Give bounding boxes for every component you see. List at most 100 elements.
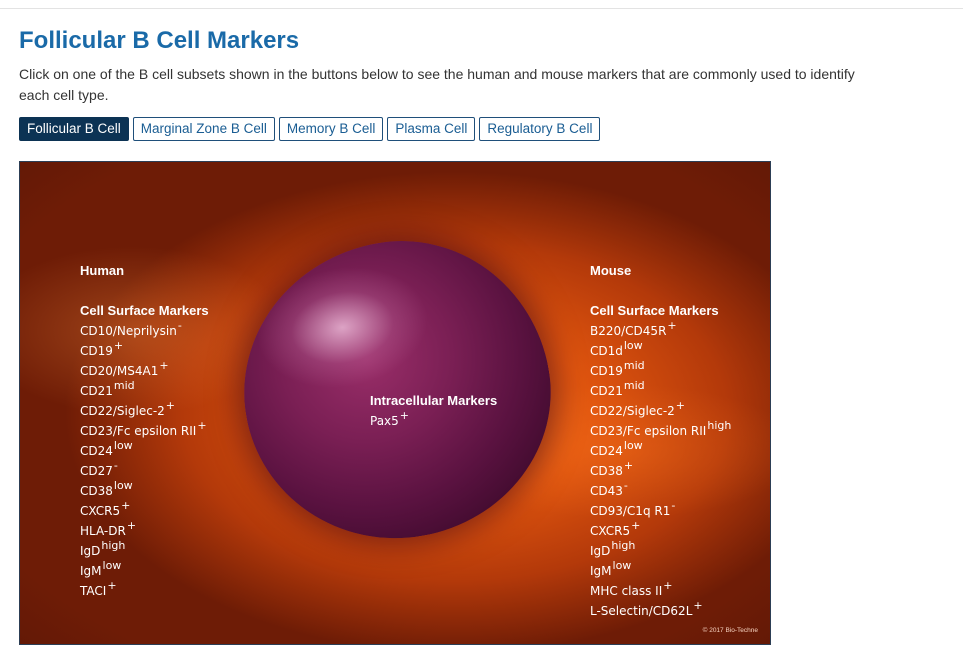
marker-level: +	[631, 519, 641, 532]
marker-row: CD24low	[590, 439, 731, 461]
mouse-markers: Mouse Cell Surface Markers B220/CD45R+ CD…	[590, 261, 731, 621]
marker-level: +	[121, 499, 131, 512]
marker-name: IgM	[80, 564, 102, 578]
marker-name: CD1d	[590, 344, 623, 358]
marker-name: Pax5	[370, 414, 399, 428]
marker-name: CD22/Siglec-2	[590, 404, 675, 418]
intracellular-heading: Intracellular Markers	[370, 393, 498, 408]
marker-name: CXCR5	[80, 504, 121, 518]
human-marker-list: CD10/Neprilysin- CD19+ CD20/MS4A1+ CD21mid C…	[80, 319, 209, 601]
marker-row: IgDhigh	[590, 539, 731, 561]
marker-level: high	[101, 539, 126, 552]
marker-level: +	[165, 399, 175, 412]
marker-row: IgDhigh	[80, 539, 209, 561]
mouse-surface-heading: Cell Surface Markers	[590, 303, 719, 318]
marker-level: -	[623, 479, 628, 492]
marker-name: CD20/MS4A1	[80, 364, 159, 378]
marker-row: CD10/Neprilysin-	[80, 319, 209, 341]
marker-name: CD24	[590, 444, 623, 458]
marker-row: CD43-	[590, 479, 731, 501]
marker-level: high	[611, 539, 636, 552]
top-divider	[0, 8, 963, 9]
marker-name: IgM	[590, 564, 612, 578]
marker-level: high	[707, 419, 732, 432]
marker-name: IgD	[80, 544, 101, 558]
marker-row: IgMlow	[80, 559, 209, 581]
marker-name: L-Selectin/CD62L	[590, 604, 693, 618]
marker-row: CD21mid	[590, 379, 731, 401]
subset-button-marginal-zone-b-cell[interactable]: Marginal Zone B Cell	[132, 117, 275, 141]
human-markers: Human Cell Surface Markers CD10/Neprilys…	[80, 261, 209, 601]
marker-level: -	[671, 499, 676, 512]
subset-button-memory-b-cell[interactable]: Memory B Cell	[278, 117, 384, 141]
marker-row: CD93/C1q R1-	[590, 499, 731, 521]
copyright-notice: © 2017 Bio-Techne	[702, 627, 758, 634]
subset-button-follicular-b-cell[interactable]: Follicular B Cell	[19, 117, 129, 141]
marker-level: -	[113, 459, 118, 472]
marker-row: HLA-DR+	[80, 519, 209, 541]
marker-name: MHC class II	[590, 584, 663, 598]
marker-row: IgMlow	[590, 559, 731, 581]
marker-row: B220/CD45R+	[590, 319, 731, 341]
human-heading: Human	[80, 263, 125, 278]
marker-name: CD21	[590, 384, 623, 398]
marker-level: +	[399, 409, 410, 422]
marker-level: +	[197, 419, 207, 432]
marker-name: CD38	[80, 484, 113, 498]
marker-row: CD38+	[590, 459, 731, 481]
marker-name: CD21	[80, 384, 113, 398]
marker-row: CD1dlow	[590, 339, 731, 361]
marker-row: CD38low	[80, 479, 209, 501]
marker-row: L-Selectin/CD62L+	[590, 599, 731, 621]
marker-level: low	[102, 559, 122, 572]
marker-name: CD10/Neprilysin	[80, 324, 177, 338]
marker-level: +	[667, 319, 677, 332]
marker-row: CXCR5+	[590, 519, 731, 541]
marker-name: TACI	[80, 584, 107, 598]
marker-row: CD22/Siglec-2+	[80, 399, 209, 421]
marker-name: CD19	[80, 344, 113, 358]
marker-level: low	[623, 339, 643, 352]
marker-level: +	[675, 399, 685, 412]
marker-name: CD38	[590, 464, 623, 478]
marker-name: B220/CD45R	[590, 324, 667, 338]
marker-name: CD19	[590, 364, 623, 378]
marker-row: CD23/Fc epsilon RII+	[80, 419, 209, 441]
marker-level: low	[113, 439, 133, 452]
marker-name: CD23/Fc epsilon RII	[590, 424, 707, 438]
marker-level: +	[126, 519, 137, 532]
marker-name: HLA-DR	[80, 524, 126, 538]
intro-text: Click on one of the B cell subsets shown…	[19, 66, 855, 103]
marker-name: CD24	[80, 444, 113, 458]
intracellular-marker-list: Pax5+	[370, 409, 497, 431]
marker-name: CD23/Fc epsilon RII	[80, 424, 197, 438]
mouse-heading: Mouse	[590, 263, 632, 278]
subset-button-plasma-cell[interactable]: Plasma Cell	[387, 117, 476, 141]
marker-row: CD19mid	[590, 359, 731, 381]
subset-button-group: Follicular B Cell Marginal Zone B Cell Mem…	[19, 117, 601, 141]
marker-name: CXCR5	[590, 524, 631, 538]
marker-row: CD24low	[80, 439, 209, 461]
marker-name: CD93/C1q R1	[590, 504, 671, 518]
marker-row: CD21mid	[80, 379, 209, 401]
human-surface-heading: Cell Surface Markers	[80, 303, 209, 318]
mouse-marker-list: B220/CD45R+ CD1dlow CD19mid CD21mid CD22/Sig…	[590, 319, 732, 621]
marker-name: CD22/Siglec-2	[80, 404, 165, 418]
marker-name: CD27	[80, 464, 113, 478]
marker-level: mid	[113, 379, 135, 392]
marker-row: CD27-	[80, 459, 209, 481]
marker-row: MHC class II+	[590, 579, 731, 601]
marker-row: CD22/Siglec-2+	[590, 399, 731, 421]
marker-level: mid	[623, 379, 645, 392]
marker-row: CD23/Fc epsilon RIIhigh	[590, 419, 732, 441]
marker-level: +	[113, 339, 124, 352]
page-title: Follicular B Cell Markers	[19, 27, 300, 54]
marker-level: low	[612, 559, 632, 572]
marker-level: low	[623, 439, 643, 452]
marker-level: mid	[623, 359, 645, 372]
marker-level: +	[107, 579, 117, 592]
subset-button-regulatory-b-cell[interactable]: Regulatory B Cell	[479, 117, 601, 141]
marker-level: +	[693, 599, 703, 612]
marker-row: Pax5+	[370, 409, 497, 431]
marker-level: +	[623, 459, 634, 472]
